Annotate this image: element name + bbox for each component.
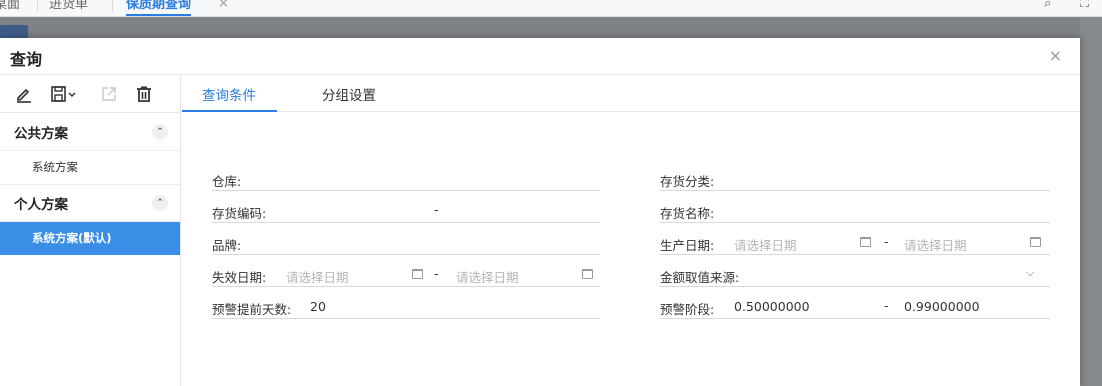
warehouse-field[interactable]: 仓库: bbox=[212, 167, 600, 191]
brand-field[interactable]: 品牌: bbox=[212, 231, 600, 255]
production-date-range-field[interactable]: 生产日期: 请选择日期 - 请选择日期 bbox=[660, 231, 1050, 255]
delete-icon[interactable] bbox=[134, 84, 154, 104]
expiry-date-range-field[interactable]: 失效日期: 请选择日期 - 请选择日期 bbox=[212, 263, 600, 287]
field-label: 品牌: bbox=[212, 238, 242, 253]
tab-group-settings[interactable]: 分组设置 bbox=[322, 84, 376, 104]
warning-stage-range-field[interactable]: 预警阶段: 0.50000000 - 0.99000000 bbox=[660, 295, 1050, 319]
expiry-date-to[interactable]: 请选择日期 bbox=[456, 267, 519, 286]
tab-close-icon[interactable]: × bbox=[218, 0, 229, 11]
field-label: 失效日期: bbox=[212, 270, 267, 285]
inventory-code-range-field[interactable]: 存货编码: - bbox=[212, 199, 600, 223]
warning-stage-from[interactable]: 0.50000000 bbox=[734, 299, 810, 314]
bg-tab-desktop[interactable]: 桌面 bbox=[0, 0, 20, 16]
warning-stage-to[interactable]: 0.99000000 bbox=[904, 299, 980, 314]
query-tabs: 查询条件 分组设置 bbox=[182, 75, 1080, 112]
field-label: 存货编码: bbox=[212, 206, 267, 221]
range-separator: - bbox=[434, 266, 439, 281]
tab-query-conditions[interactable]: 查询条件 bbox=[202, 84, 256, 104]
warning-days-value[interactable]: 20 bbox=[310, 299, 326, 314]
amount-source-select[interactable]: 金额取值来源: ⌵ bbox=[660, 263, 1050, 287]
field-label: 生产日期: bbox=[660, 238, 715, 253]
scheme-item-system[interactable]: 系统方案 bbox=[0, 151, 180, 184]
chevron-up-icon[interactable]: ⌃ bbox=[152, 195, 168, 211]
dialog-header: 查询 × bbox=[0, 38, 1080, 75]
query-dialog: 查询 × 公共方案 ⌃ 系统方案 个人方案 ⌃ 系统方案(默认) 查询条件 分组… bbox=[0, 38, 1080, 386]
tab-separator bbox=[37, 0, 38, 12]
field-label: 预警提前天数: bbox=[212, 302, 292, 317]
bg-tab-purchase-order[interactable]: 进货单 bbox=[49, 0, 88, 16]
expiry-date-from[interactable]: 请选择日期 bbox=[286, 267, 349, 286]
save-dropdown-icon[interactable] bbox=[50, 84, 78, 104]
group-personal-schemes[interactable]: 个人方案 ⌃ bbox=[0, 184, 180, 222]
search-icon[interactable]: ⌕ bbox=[1044, 0, 1051, 11]
chevron-up-icon[interactable]: ⌃ bbox=[152, 123, 168, 140]
calendar-icon[interactable] bbox=[582, 269, 593, 279]
calendar-icon[interactable] bbox=[412, 269, 423, 279]
active-tab-indicator bbox=[182, 110, 277, 112]
field-label: 金额取值来源: bbox=[660, 270, 740, 285]
range-separator: - bbox=[884, 298, 889, 313]
warning-days-field[interactable]: 预警提前天数: 20 bbox=[212, 295, 600, 319]
range-separator: - bbox=[434, 202, 439, 217]
edit-icon[interactable] bbox=[14, 84, 34, 104]
production-date-to[interactable]: 请选择日期 bbox=[904, 235, 967, 254]
close-icon[interactable]: × bbox=[1049, 46, 1062, 65]
production-date-from[interactable]: 请选择日期 bbox=[734, 235, 797, 254]
query-main-panel: 查询条件 分组设置 仓库: 存货分类: 存货编码: - 存货名称: 品牌: 生产… bbox=[182, 75, 1080, 386]
export-icon[interactable] bbox=[99, 84, 119, 104]
tab-separator bbox=[112, 0, 113, 12]
group-title-label: 公共方案 bbox=[14, 125, 68, 142]
group-title-label: 个人方案 bbox=[14, 197, 68, 213]
scheme-toolbar bbox=[0, 75, 180, 113]
field-label: 存货名称: bbox=[660, 206, 715, 221]
inventory-category-field[interactable]: 存货分类: bbox=[660, 167, 1050, 191]
calendar-icon[interactable] bbox=[1030, 237, 1041, 247]
field-label: 预警阶段: bbox=[660, 302, 715, 317]
range-separator: - bbox=[884, 234, 889, 249]
calendar-icon[interactable] bbox=[860, 237, 871, 247]
inventory-name-field[interactable]: 存货名称: bbox=[660, 199, 1050, 223]
group-public-schemes[interactable]: 公共方案 ⌃ bbox=[0, 113, 180, 151]
field-label: 存货分类: bbox=[660, 174, 715, 189]
scheme-sidebar: 公共方案 ⌃ 系统方案 个人方案 ⌃ 系统方案(默认) bbox=[0, 75, 181, 386]
bg-tab-shelf-life-query[interactable]: 保质期查询 bbox=[126, 0, 192, 16]
fullscreen-icon[interactable]: ⛶ bbox=[1080, 0, 1089, 11]
dialog-title: 查询 bbox=[10, 50, 43, 69]
bg-right-strip bbox=[1080, 17, 1102, 386]
background-tab-bar: 桌面 进货单 保质期查询 × ⌕ ⛶ bbox=[0, 0, 1102, 17]
scheme-item-system-default[interactable]: 系统方案(默认) bbox=[0, 222, 180, 255]
chevron-down-icon[interactable]: ⌵ bbox=[1026, 266, 1034, 280]
field-label: 仓库: bbox=[212, 174, 242, 189]
